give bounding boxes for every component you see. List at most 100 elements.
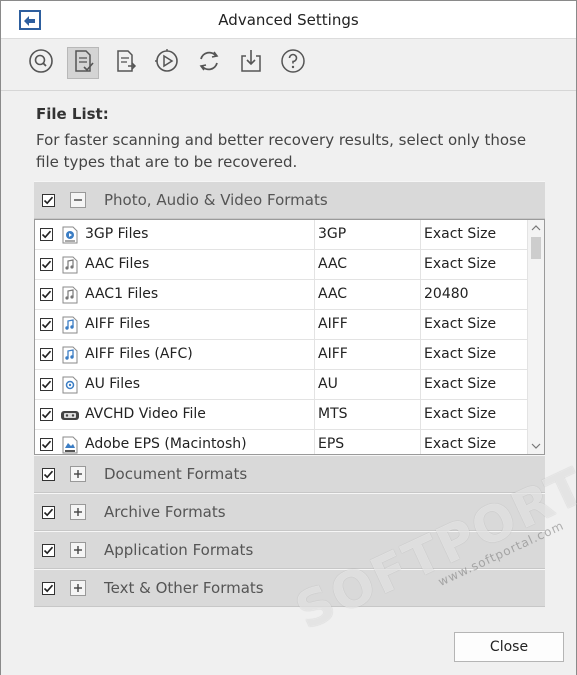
- help-icon: [280, 48, 306, 78]
- group-header-document[interactable]: Document Formats: [34, 455, 545, 493]
- collapse-toggle-photo-audio-video[interactable]: [70, 192, 86, 208]
- file-size: Exact Size: [424, 406, 497, 422]
- table-row[interactable]: AIFF Files (AFC) AIFF Exact Size: [35, 340, 527, 370]
- save-scan-button[interactable]: [235, 47, 267, 79]
- group-header-archive[interactable]: Archive Formats: [34, 493, 545, 531]
- row-checkbox[interactable]: [40, 228, 53, 241]
- row-checkbox[interactable]: [40, 408, 53, 421]
- checkmark-icon: [41, 260, 52, 269]
- window-title: Advanced Settings: [218, 11, 359, 29]
- group-checkbox-archive[interactable]: [42, 506, 55, 519]
- checkmark-icon: [41, 380, 52, 389]
- scroll-down-icon[interactable]: [528, 438, 544, 454]
- group-header-application[interactable]: Application Formats: [34, 531, 545, 569]
- group-label-application: Application Formats: [104, 541, 254, 559]
- checkmark-icon: [41, 350, 52, 359]
- file-size: 20480: [424, 286, 469, 302]
- expand-toggle-text-other[interactable]: [70, 580, 86, 596]
- checkmark-icon: [43, 196, 54, 205]
- row-checkbox[interactable]: [40, 288, 53, 301]
- file-type-list: 3GP Files 3GP Exact Size AAC Files AAC E…: [34, 219, 545, 455]
- table-row[interactable]: Adobe EPS (Macintosh) EPS Exact Size: [35, 430, 527, 454]
- play-icon: [154, 48, 180, 78]
- table-row[interactable]: AAC Files AAC Exact Size: [35, 250, 527, 280]
- file-extension: AIFF: [318, 346, 348, 362]
- help-button[interactable]: [277, 47, 309, 79]
- row-checkbox[interactable]: [40, 348, 53, 361]
- group-checkbox-document[interactable]: [42, 468, 55, 481]
- row-checkbox[interactable]: [40, 438, 53, 451]
- file-size: Exact Size: [424, 316, 497, 332]
- scroll-up-icon[interactable]: [528, 220, 544, 236]
- download-icon: [238, 48, 264, 78]
- file-extension: AU: [318, 376, 338, 392]
- expand-toggle-application[interactable]: [70, 542, 86, 558]
- row-checkbox[interactable]: [40, 258, 53, 271]
- table-row[interactable]: AIFF Files AIFF Exact Size: [35, 310, 527, 340]
- file-size: Exact Size: [424, 346, 497, 362]
- group-label-archive: Archive Formats: [104, 503, 226, 521]
- scan-button[interactable]: [25, 47, 57, 79]
- checkmark-icon: [43, 508, 54, 517]
- video-file-icon: [62, 226, 78, 244]
- file-list-button[interactable]: [67, 47, 99, 79]
- file-list-scrollbar[interactable]: [527, 220, 544, 454]
- advanced-settings-window: Advanced Settings File List: For faster …: [0, 0, 577, 675]
- plus-icon: [74, 584, 82, 592]
- file-extension: EPS: [318, 436, 345, 452]
- file-size: Exact Size: [424, 256, 497, 272]
- checkmark-icon: [43, 584, 54, 593]
- image-file-icon: [62, 436, 78, 454]
- file-extension: AAC: [318, 286, 348, 302]
- group-checkbox-application[interactable]: [42, 544, 55, 557]
- title-bar: Advanced Settings: [1, 1, 576, 39]
- group-header-text-other[interactable]: Text & Other Formats: [34, 569, 545, 607]
- file-list-description: For faster scanning and better recovery …: [36, 131, 527, 171]
- row-checkbox[interactable]: [40, 378, 53, 391]
- file-name: AIFF Files: [85, 316, 150, 332]
- media-file-icon: [62, 376, 78, 394]
- settings-content: File List: For faster scanning and bette…: [1, 92, 576, 675]
- file-name: AAC Files: [85, 256, 150, 272]
- group-label-document: Document Formats: [104, 465, 248, 483]
- file-name: Adobe EPS (Macintosh): [85, 436, 247, 452]
- file-name: AAC1 Files: [85, 286, 159, 302]
- file-name: AVCHD Video File: [85, 406, 206, 422]
- export-button[interactable]: [109, 47, 141, 79]
- audio-file-icon: [62, 256, 78, 274]
- file-size: Exact Size: [424, 376, 497, 392]
- update-button[interactable]: [193, 47, 225, 79]
- audio-file-icon: [62, 286, 78, 304]
- group-checkbox-text-other[interactable]: [42, 582, 55, 595]
- table-row[interactable]: AVCHD Video File MTS Exact Size: [35, 400, 527, 430]
- file-extension: MTS: [318, 406, 348, 422]
- file-name: 3GP Files: [85, 226, 149, 242]
- music-file-icon: [62, 316, 78, 334]
- file-size: Exact Size: [424, 226, 497, 242]
- film-file-icon: [60, 406, 80, 424]
- group-label-text-other: Text & Other Formats: [104, 579, 264, 597]
- table-row[interactable]: 3GP Files 3GP Exact Size: [35, 220, 527, 250]
- table-row[interactable]: AU Files AU Exact Size: [35, 370, 527, 400]
- scroll-thumb[interactable]: [531, 237, 541, 259]
- resume-button[interactable]: [151, 47, 183, 79]
- table-row[interactable]: AAC1 Files AAC 20480: [35, 280, 527, 310]
- group-checkbox-photo-audio-video[interactable]: [42, 194, 55, 207]
- group-header-photo-audio-video[interactable]: Photo, Audio & Video Formats: [34, 181, 545, 219]
- search-scan-icon: [28, 48, 54, 78]
- expand-toggle-document[interactable]: [70, 466, 86, 482]
- file-name: AIFF Files (AFC): [85, 346, 193, 362]
- minus-icon: [74, 199, 82, 201]
- close-button[interactable]: Close: [454, 632, 564, 662]
- file-extension: AAC: [318, 256, 348, 272]
- expand-toggle-archive[interactable]: [70, 504, 86, 520]
- file-size: Exact Size: [424, 436, 497, 452]
- file-list-icon: [70, 48, 96, 78]
- file-export-icon: [112, 48, 138, 78]
- music-file-icon: [62, 346, 78, 364]
- row-checkbox[interactable]: [40, 318, 53, 331]
- checkmark-icon: [41, 410, 52, 419]
- file-extension: AIFF: [318, 316, 348, 332]
- checkmark-icon: [43, 470, 54, 479]
- refresh-icon: [196, 48, 222, 78]
